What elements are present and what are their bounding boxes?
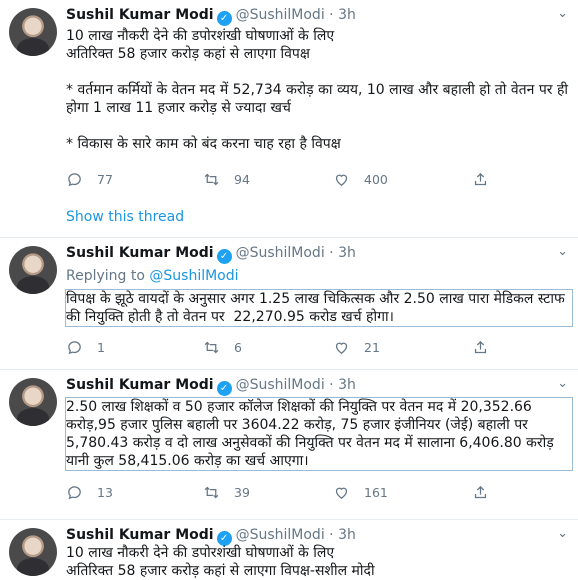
- tweet-actions: 77 94 400: [66, 171, 536, 191]
- tweet-header: Sushil Kumar Modi ✓ @SushilModi · 3h: [66, 6, 356, 26]
- retweet-button[interactable]: 94: [203, 171, 250, 188]
- more-options-icon[interactable]: ⌄: [557, 244, 568, 259]
- avatar[interactable]: [9, 246, 57, 294]
- like-button[interactable]: 21: [333, 339, 380, 356]
- avatar[interactable]: [9, 8, 57, 56]
- tweet[interactable]: Sushil Kumar Modi ✓ @SushilModi · 3h ⌄ 10 …: [0, 0, 578, 238]
- reply-count: 77: [97, 172, 113, 187]
- tweet-actions: 13 39 161: [66, 484, 536, 504]
- reply-button[interactable]: 13: [66, 484, 113, 501]
- author-handle[interactable]: @SushilModi: [236, 245, 325, 261]
- tweet-actions: 1 6 21: [66, 339, 536, 359]
- timestamp[interactable]: 3h: [338, 245, 356, 261]
- avatar[interactable]: [9, 528, 57, 576]
- replying-to: Replying to @SushilModi: [66, 268, 239, 284]
- heart-icon: [335, 487, 348, 499]
- author-name[interactable]: Sushil Kumar Modi: [66, 7, 214, 23]
- verified-badge-icon: ✓: [216, 381, 232, 396]
- more-options-icon[interactable]: ⌄: [557, 376, 568, 391]
- tweet-text: 10 लाख नौकरी देने की डपोरशंखी घोषणाओं के…: [66, 28, 569, 152]
- verified-badge-icon: ✓: [216, 11, 232, 26]
- retweet-count: 94: [234, 172, 250, 187]
- retweet-icon: [204, 341, 219, 354]
- tweet[interactable]: Sushil Kumar Modi ✓ @SushilModi · 3h ⌄ 10 …: [0, 520, 578, 579]
- like-button[interactable]: 161: [333, 484, 388, 501]
- show-thread-link[interactable]: Show this thread: [66, 209, 184, 225]
- share-icon: [474, 485, 487, 499]
- author-name[interactable]: Sushil Kumar Modi: [66, 245, 214, 261]
- reply-button[interactable]: 1: [66, 339, 105, 356]
- share-icon: [474, 340, 487, 354]
- separator: ·: [329, 7, 334, 23]
- author-name[interactable]: Sushil Kumar Modi: [66, 527, 214, 543]
- retweet-count: 39: [234, 485, 250, 500]
- reply-icon: [68, 173, 81, 187]
- tweet-header: Sushil Kumar Modi ✓ @SushilModi · 3h: [66, 526, 356, 546]
- tweet[interactable]: Sushil Kumar Modi ✓ @SushilModi · 3h ⌄ Rep…: [0, 238, 578, 370]
- author-name[interactable]: Sushil Kumar Modi: [66, 377, 214, 393]
- reply-count: 13: [97, 485, 113, 500]
- retweet-icon: [204, 173, 219, 186]
- more-options-icon[interactable]: ⌄: [557, 6, 568, 21]
- avatar[interactable]: [9, 378, 57, 426]
- reply-icon: [68, 341, 81, 355]
- like-count: 21: [364, 340, 380, 355]
- heart-icon: [335, 342, 348, 354]
- separator: ·: [329, 527, 334, 543]
- share-button[interactable]: [472, 171, 489, 188]
- timestamp[interactable]: 3h: [338, 7, 356, 23]
- tweet-header: Sushil Kumar Modi ✓ @SushilModi · 3h: [66, 244, 356, 264]
- tweet-text: 10 लाख नौकरी देने की डपोरशंखी घोषणाओं के…: [66, 545, 375, 579]
- tweet-text: विपक्ष के झूठे वायदों के अनुसार अगर 1.25…: [65, 289, 573, 327]
- reply-icon: [68, 486, 81, 500]
- heart-icon: [335, 174, 348, 186]
- more-options-icon[interactable]: ⌄: [557, 526, 568, 541]
- author-handle[interactable]: @SushilModi: [236, 7, 325, 23]
- retweet-icon: [204, 486, 219, 499]
- reply-count: 1: [97, 340, 105, 355]
- tweet-text: 2.50 लाख शिक्षकों व 50 हजार कॉलेज शिक्षक…: [65, 397, 573, 471]
- like-count: 400: [364, 172, 388, 187]
- retweet-button[interactable]: 6: [203, 339, 242, 356]
- retweet-count: 6: [234, 340, 242, 355]
- like-button[interactable]: 400: [333, 171, 388, 188]
- separator: ·: [329, 245, 334, 261]
- timestamp[interactable]: 3h: [338, 377, 356, 393]
- tweet[interactable]: Sushil Kumar Modi ✓ @SushilModi · 3h ⌄ 2.5…: [0, 370, 578, 520]
- author-handle[interactable]: @SushilModi: [236, 527, 325, 543]
- tweet-header: Sushil Kumar Modi ✓ @SushilModi · 3h: [66, 376, 356, 396]
- timestamp[interactable]: 3h: [338, 527, 356, 543]
- verified-badge-icon: ✓: [216, 249, 232, 264]
- author-handle[interactable]: @SushilModi: [236, 377, 325, 393]
- share-icon: [474, 172, 487, 186]
- separator: ·: [329, 377, 334, 393]
- replying-to-label: Replying to: [66, 268, 145, 284]
- replying-to-handle-link[interactable]: @SushilModi: [149, 268, 238, 284]
- reply-button[interactable]: 77: [66, 171, 113, 188]
- share-button[interactable]: [472, 339, 489, 356]
- share-button[interactable]: [472, 484, 489, 501]
- retweet-button[interactable]: 39: [203, 484, 250, 501]
- like-count: 161: [364, 485, 388, 500]
